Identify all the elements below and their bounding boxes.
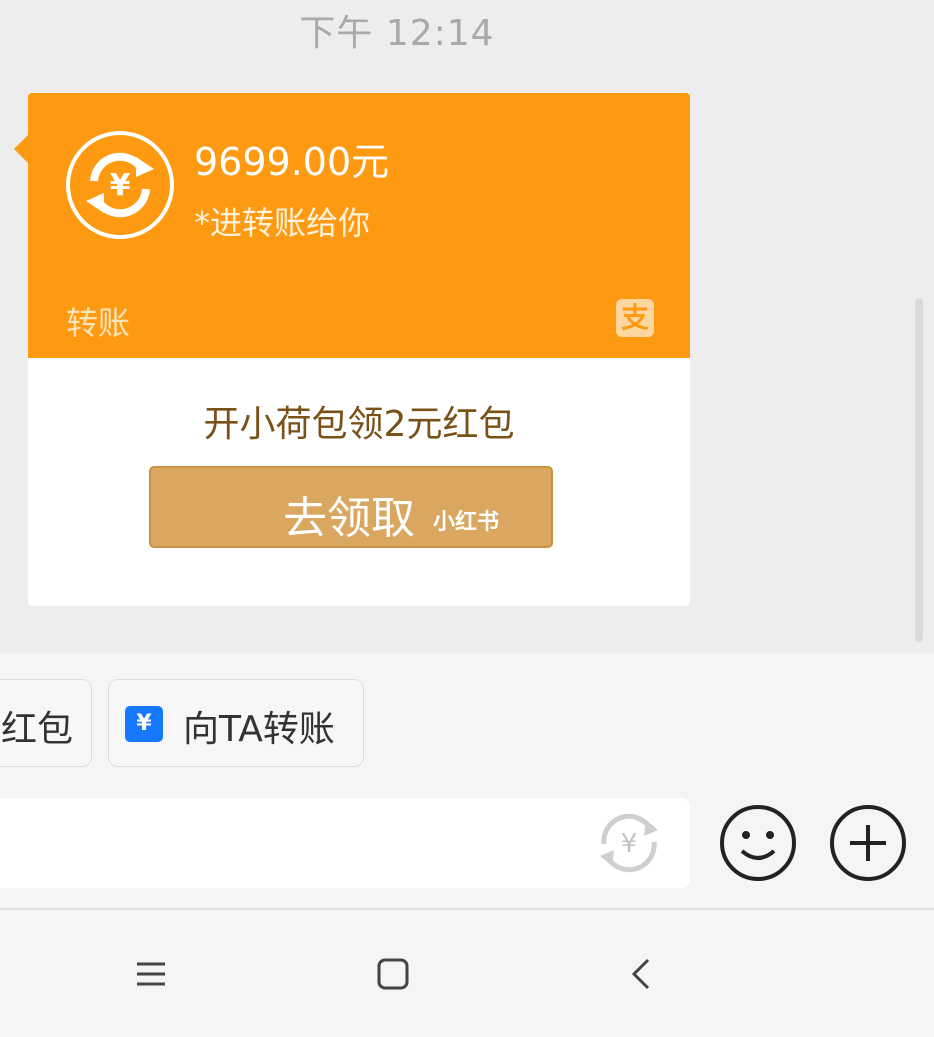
back-icon[interactable] bbox=[622, 954, 662, 994]
red-packet-chip[interactable]: 红包 bbox=[0, 679, 92, 767]
message-input-box[interactable]: ¥ bbox=[0, 798, 690, 888]
message-input[interactable] bbox=[10, 816, 574, 872]
transfer-to-ta-chip[interactable]: ¥ 向TA转账 bbox=[108, 679, 364, 767]
transfer-amount: 9699.00元 bbox=[194, 140, 390, 184]
transfer-card-header: ¥ 9699.00元 *进转账给你 转账 支 bbox=[28, 93, 690, 358]
transfer-message-card[interactable]: ¥ 9699.00元 *进转账给你 转账 支 开小荷包领2元红包 去领取 小红书 bbox=[14, 93, 690, 606]
red-packet-label: 红包 bbox=[1, 709, 74, 750]
plus-icon[interactable] bbox=[828, 803, 908, 883]
home-icon[interactable] bbox=[373, 954, 413, 994]
claim-button[interactable]: 去领取 小红书 bbox=[149, 466, 553, 548]
yen-icon: ¥ bbox=[125, 706, 163, 742]
yen-icon-glyph: ¥ bbox=[136, 711, 152, 736]
yen-exchange-icon[interactable]: ¥ bbox=[594, 808, 664, 878]
message-timestamp: 下午 12:14 bbox=[299, 13, 495, 54]
svg-text:¥: ¥ bbox=[621, 829, 638, 859]
bubble-tail bbox=[14, 135, 28, 163]
menu-icon[interactable] bbox=[131, 954, 171, 994]
alipay-icon-glyph: 支 bbox=[620, 301, 649, 334]
svg-text:¥: ¥ bbox=[110, 168, 131, 203]
bottom-panel: 红包 ¥ 向TA转账 ¥ bbox=[0, 653, 934, 909]
promo-text: 开小荷包领2元红包 bbox=[203, 404, 515, 445]
alipay-icon: 支 bbox=[616, 299, 654, 337]
chat-scrollbar[interactable] bbox=[915, 298, 923, 642]
transfer-note: *进转账给你 bbox=[194, 204, 371, 242]
xiaohongshu-watermark: 小红书 bbox=[433, 510, 500, 535]
transfer-type-label: 转账 bbox=[66, 304, 131, 342]
emoji-icon[interactable] bbox=[718, 803, 798, 883]
transfer-exchange-icon: ¥ bbox=[66, 131, 174, 239]
claim-button-label: 去领取 bbox=[283, 493, 415, 544]
system-nav-bar bbox=[0, 910, 934, 1037]
transfer-to-ta-label: 向TA转账 bbox=[183, 709, 335, 750]
